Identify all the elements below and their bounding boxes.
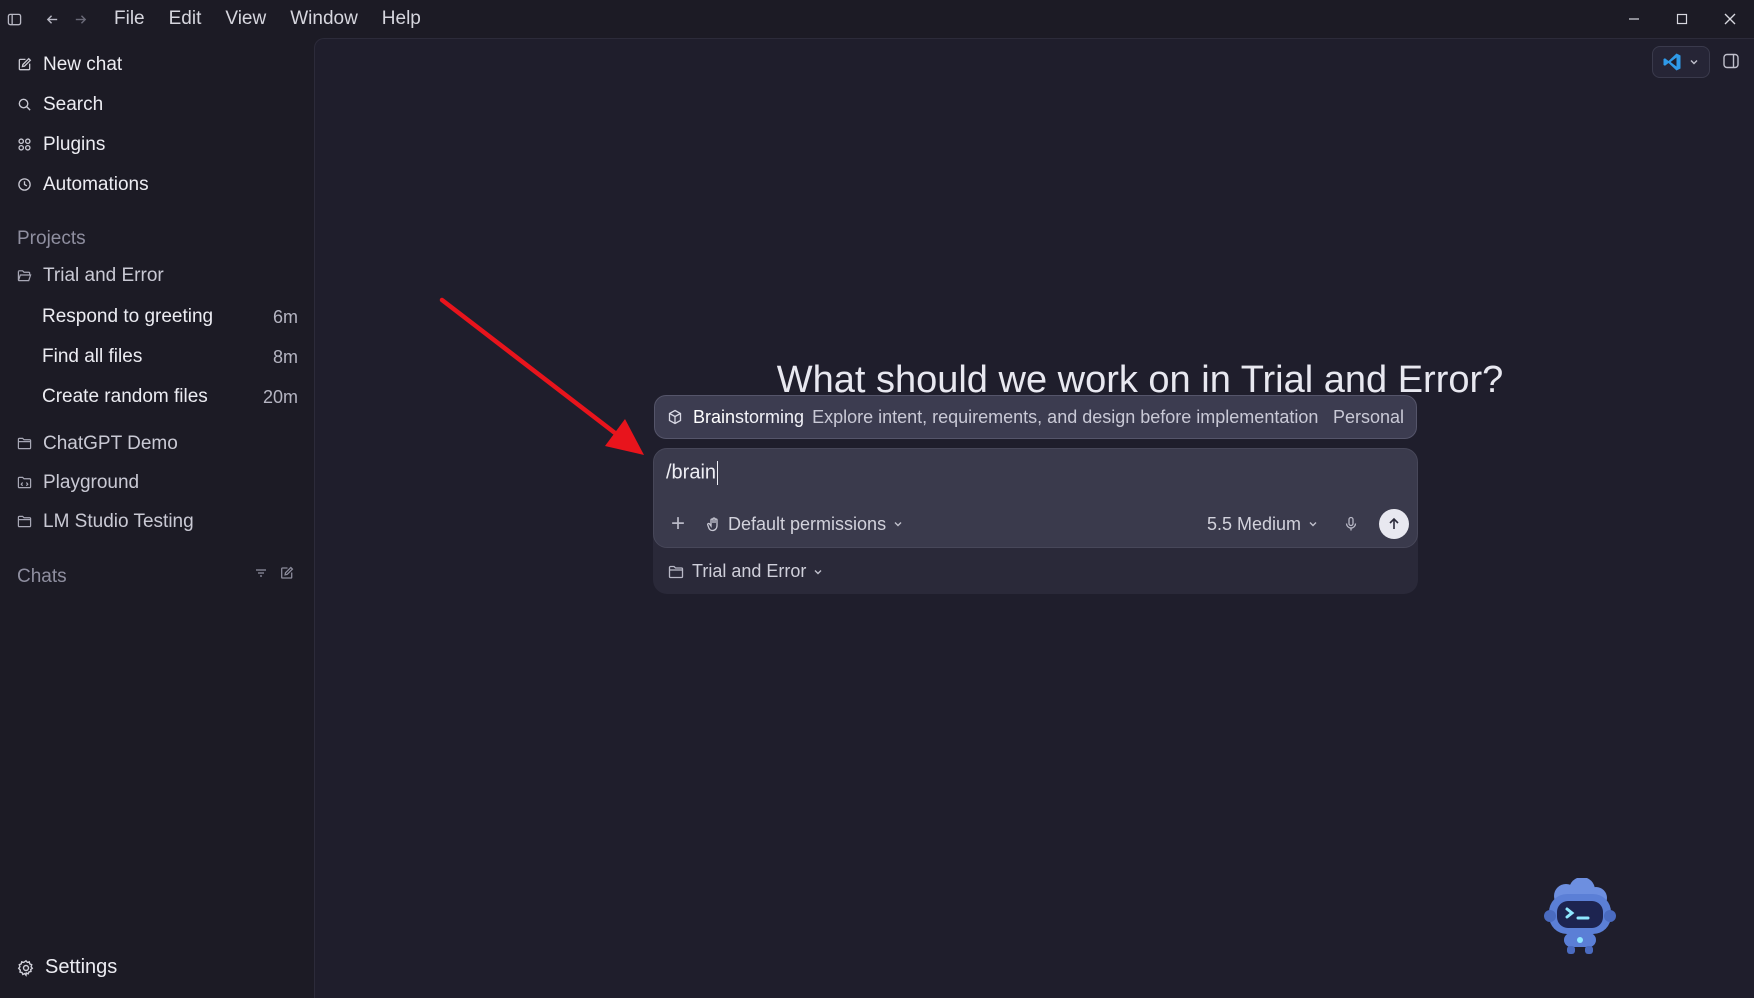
title-bar: File Edit View Window Help bbox=[0, 0, 1754, 38]
chats-section-label: Chats bbox=[17, 566, 67, 587]
chevron-down-icon bbox=[892, 518, 904, 530]
settings-button[interactable]: Settings bbox=[17, 956, 117, 979]
permissions-dropdown[interactable]: Default permissions bbox=[706, 514, 904, 535]
new-chat-icon[interactable] bbox=[280, 566, 294, 585]
project-playground[interactable]: Playground bbox=[17, 468, 139, 498]
chat-title: Find all files bbox=[42, 346, 143, 367]
new-chat-button[interactable]: New chat bbox=[17, 50, 122, 80]
search-label: Search bbox=[43, 94, 104, 115]
skill-name: Brainstorming bbox=[693, 407, 804, 428]
menu-window[interactable]: Window bbox=[278, 0, 370, 38]
folder-open-icon bbox=[17, 268, 33, 284]
vscode-icon bbox=[1662, 52, 1682, 72]
menu-edit[interactable]: Edit bbox=[157, 0, 214, 38]
chat-time: 6m bbox=[272, 306, 298, 327]
minimize-button[interactable] bbox=[1610, 0, 1658, 38]
folder-code-icon bbox=[17, 475, 33, 491]
settings-label: Settings bbox=[45, 956, 118, 978]
prompt-input-value: /brain bbox=[666, 461, 717, 484]
filter-icon[interactable] bbox=[254, 566, 268, 585]
menu-help[interactable]: Help bbox=[370, 0, 433, 38]
plugins-button[interactable]: Plugins bbox=[17, 130, 105, 160]
maximize-button[interactable] bbox=[1658, 0, 1706, 38]
project-trial-and-error[interactable]: Trial and Error bbox=[17, 261, 164, 291]
add-attachment-button[interactable]: + bbox=[666, 512, 690, 536]
chat-respond-to-greeting[interactable]: Respond to greeting 6m bbox=[42, 302, 298, 332]
close-button[interactable] bbox=[1706, 0, 1754, 38]
cube-icon bbox=[667, 409, 683, 425]
skill-suggestion-item[interactable]: Brainstorming Explore intent, requiremen… bbox=[654, 395, 1417, 439]
sidebar: New chat Search Plugins Automations Proj… bbox=[0, 38, 314, 998]
chat-title: Create random files bbox=[42, 386, 208, 407]
panel-toggle-icon[interactable] bbox=[1722, 52, 1740, 75]
hand-icon bbox=[706, 516, 722, 532]
automations-label: Automations bbox=[43, 174, 149, 195]
chat-time: 8m bbox=[272, 346, 298, 367]
project-selector[interactable]: Trial and Error bbox=[668, 561, 824, 582]
project-label: Trial and Error bbox=[43, 265, 164, 286]
chat-time: 20m bbox=[262, 386, 298, 407]
menu-file[interactable]: File bbox=[102, 0, 157, 38]
prompt-input[interactable]: /brain bbox=[666, 461, 719, 485]
forward-arrow-icon[interactable] bbox=[66, 0, 94, 38]
skill-description: Explore intent, requirements, and design… bbox=[812, 406, 1319, 427]
new-chat-label: New chat bbox=[43, 54, 123, 75]
chats-header-actions bbox=[254, 566, 294, 585]
chevron-down-icon bbox=[1307, 518, 1319, 530]
chevron-down-icon bbox=[1688, 56, 1700, 68]
project-label: ChatGPT Demo bbox=[43, 433, 178, 454]
menu-view[interactable]: View bbox=[213, 0, 278, 38]
edit-icon bbox=[17, 57, 33, 73]
model-selector[interactable]: 5.5 Medium bbox=[1207, 514, 1319, 535]
chat-create-random-files[interactable]: Create random files 20m bbox=[42, 382, 298, 412]
skill-name-match: Brain bbox=[693, 406, 736, 427]
search-icon bbox=[17, 97, 33, 113]
folder-icon bbox=[668, 564, 684, 580]
text-caret bbox=[717, 461, 719, 485]
composer: /brain + Default permissions 5.5 Medium bbox=[653, 448, 1418, 548]
gear-icon bbox=[17, 959, 35, 977]
chat-title: Respond to greeting bbox=[42, 306, 214, 327]
back-arrow-icon[interactable] bbox=[38, 0, 66, 38]
project-selector-label: Trial and Error bbox=[692, 561, 807, 581]
projects-section-label: Projects bbox=[17, 228, 86, 249]
grid-icon bbox=[17, 137, 33, 153]
chat-find-all-files[interactable]: Find all files 8m bbox=[42, 342, 298, 372]
composer-toolbar: + Default permissions 5.5 Medium bbox=[666, 509, 1409, 539]
skill-name-rest: storming bbox=[735, 406, 805, 427]
open-in-editor-dropdown[interactable] bbox=[1652, 46, 1710, 78]
plugins-label: Plugins bbox=[43, 134, 106, 155]
sidebar-toggle-icon[interactable] bbox=[0, 0, 28, 38]
send-button[interactable] bbox=[1379, 509, 1409, 539]
model-label: 5.5 Medium bbox=[1206, 513, 1301, 534]
robot-mascot-icon[interactable] bbox=[1540, 878, 1620, 958]
folder-icon bbox=[17, 514, 33, 530]
skill-scope-tag: Personal bbox=[1332, 406, 1404, 427]
chevron-down-icon bbox=[812, 566, 824, 578]
project-chatgpt-demo[interactable]: ChatGPT Demo bbox=[17, 429, 178, 459]
project-label: LM Studio Testing bbox=[43, 511, 194, 532]
folder-icon bbox=[17, 436, 33, 452]
permissions-label: Default permissions bbox=[728, 513, 887, 534]
project-label: Playground bbox=[43, 472, 140, 493]
search-button[interactable]: Search bbox=[17, 90, 103, 120]
window-controls bbox=[1610, 0, 1754, 38]
automations-button[interactable]: Automations bbox=[17, 170, 149, 200]
microphone-icon[interactable] bbox=[1343, 516, 1359, 532]
clock-icon bbox=[17, 177, 33, 193]
project-lm-studio-testing[interactable]: LM Studio Testing bbox=[17, 507, 194, 537]
